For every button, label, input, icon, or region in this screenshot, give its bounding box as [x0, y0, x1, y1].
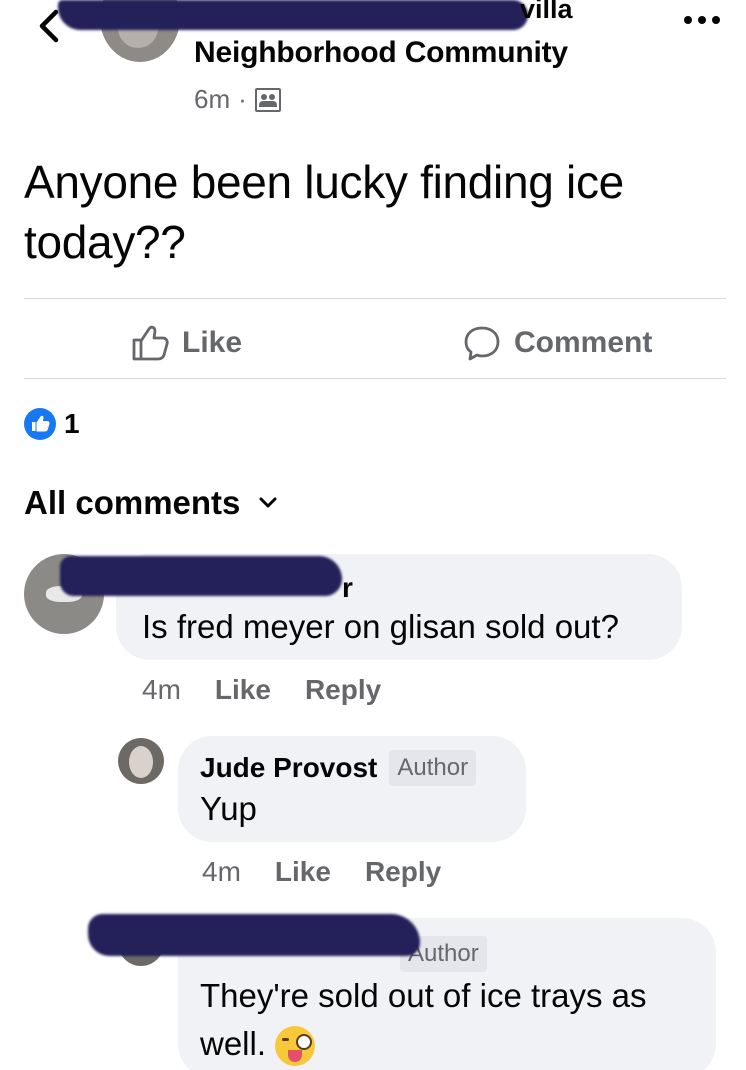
comment-text: Is fred meyer on glisan sold out? — [142, 608, 619, 645]
comments-filter-label: All comments — [24, 484, 241, 521]
reaction-summary[interactable]: 1 — [24, 408, 80, 440]
reaction-count: 1 — [64, 408, 80, 439]
divider — [24, 298, 726, 299]
group-name-suffix: villa — [520, 0, 573, 24]
comment-time[interactable]: 4m — [142, 674, 181, 706]
like-button[interactable]: Like — [130, 318, 242, 368]
redacted-reply-name — [88, 914, 420, 956]
reply-avatar[interactable] — [118, 738, 164, 784]
reply-text-content: They're sold out of ice trays as well. — [200, 977, 647, 1062]
reply-time[interactable]: 4m — [202, 856, 241, 888]
group-name[interactable]: Neighborhood Community — [194, 36, 568, 70]
like-reaction-icon — [24, 408, 56, 440]
comment-meta: 4m Like Reply — [142, 674, 381, 706]
comment-bubble-icon — [464, 326, 500, 361]
reply-text: They're sold out of ice trays as well. — [200, 972, 700, 1068]
reply-like-button[interactable]: Like — [275, 856, 331, 888]
more-options-icon[interactable] — [680, 8, 724, 32]
redacted-commenter-name — [60, 556, 342, 596]
reply-author-name[interactable]: Jude Provost — [200, 752, 377, 784]
comments-filter-dropdown[interactable]: All comments — [24, 484, 278, 522]
comment-label: Comment — [514, 326, 653, 359]
chevron-down-icon — [259, 497, 277, 508]
comment-like-button[interactable]: Like — [215, 674, 271, 706]
comment-reply-button[interactable]: Reply — [305, 674, 381, 706]
reply-text: Yup — [200, 790, 257, 827]
author-badge: Author — [389, 750, 477, 786]
reply-reply-button[interactable]: Reply — [365, 856, 441, 888]
meta-separator: · — [238, 84, 247, 114]
redacted-group-name — [58, 0, 528, 30]
reply-meta: 4m Like Reply — [202, 856, 441, 888]
like-label: Like — [182, 326, 243, 359]
reply-bubble[interactable]: Jude Provost Author Yup — [178, 736, 526, 842]
group-audience-icon — [254, 87, 281, 112]
post-text: Anyone been lucky finding ice today?? — [24, 156, 624, 268]
post-time[interactable]: 6m — [194, 84, 230, 115]
reply-header: Jude Provost Author — [200, 750, 477, 786]
commenter-name-suffix[interactable]: r — [342, 572, 353, 604]
comment-button[interactable]: Comment — [462, 318, 652, 368]
thumbs-up-icon — [132, 325, 169, 361]
winking-face-with-tongue-icon — [275, 1026, 316, 1067]
post-meta: 6m · — [194, 84, 281, 115]
divider — [24, 378, 726, 379]
